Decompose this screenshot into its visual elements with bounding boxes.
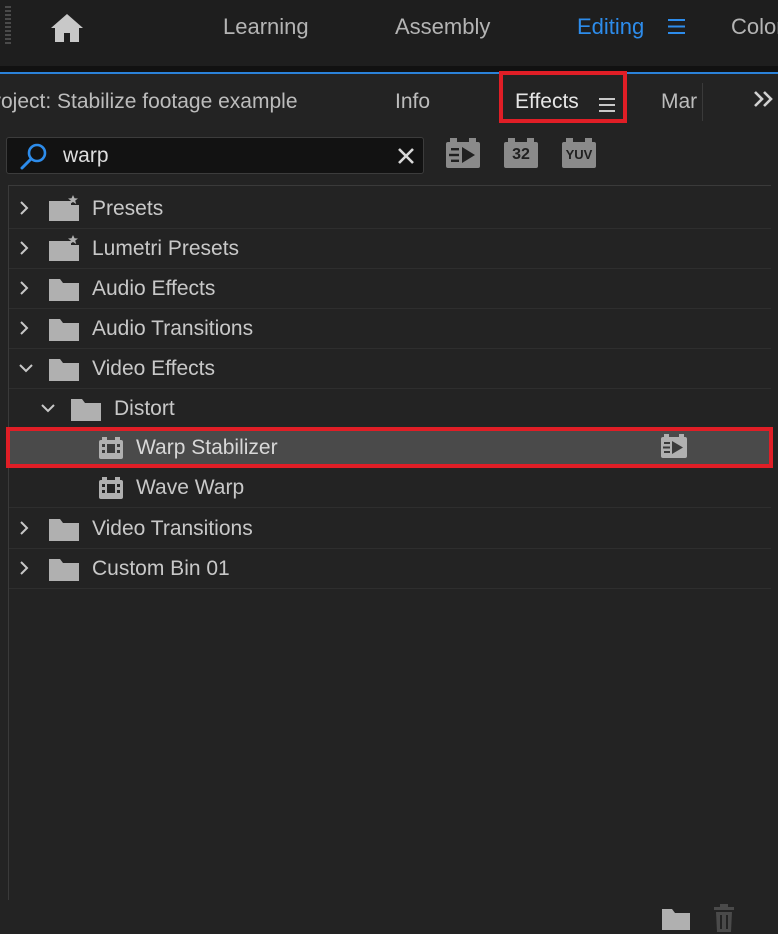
workspace-tab-editing[interactable]: Editing xyxy=(577,14,644,40)
tree-item-wave-warp[interactable]: Wave Warp xyxy=(9,468,771,508)
tab-divider xyxy=(702,83,703,121)
preset-folder-icon xyxy=(49,195,79,221)
search-icon xyxy=(20,143,47,170)
effect-icon xyxy=(99,477,123,499)
tab-info[interactable]: Info xyxy=(395,90,430,114)
tree-item-label: Audio Effects xyxy=(92,277,216,300)
chevron-right-icon[interactable] xyxy=(17,281,31,295)
effects-tree: Presets Lumetri Presets Audio Effects Au… xyxy=(8,185,771,900)
folder-icon xyxy=(49,559,79,581)
32bit-icon: 32 xyxy=(504,138,538,168)
clear-icon[interactable] xyxy=(397,147,415,165)
tree-item-label: Custom Bin 01 xyxy=(92,557,230,580)
chevron-right-icon[interactable] xyxy=(17,561,31,575)
tree-item-video-transitions[interactable]: Video Transitions xyxy=(9,509,771,549)
tree-item-distort[interactable]: Distort xyxy=(9,389,771,429)
chevron-down-icon[interactable] xyxy=(19,361,33,375)
chevron-right-icon[interactable] xyxy=(17,201,31,215)
tree-item-audio-effects[interactable]: Audio Effects xyxy=(9,269,771,309)
preset-folder-icon xyxy=(49,235,79,261)
chevron-right-icon[interactable] xyxy=(17,241,31,255)
chevron-right-icon[interactable] xyxy=(17,321,31,335)
accelerated-effect-icon xyxy=(446,138,480,168)
workspace-tab-learning[interactable]: Learning xyxy=(223,14,309,40)
folder-icon xyxy=(49,319,79,341)
tree-item-audio-transitions[interactable]: Audio Transitions xyxy=(9,309,771,349)
folder-icon xyxy=(49,519,79,541)
tree-item-label: Video Transitions xyxy=(92,517,253,540)
chevron-down-icon[interactable] xyxy=(41,401,55,415)
tree-item-presets[interactable]: Presets xyxy=(9,189,771,229)
chevron-right-icon[interactable] xyxy=(17,521,31,535)
warp-stabilizer-highlight xyxy=(6,427,773,468)
yuv-icon: YUV xyxy=(562,138,596,168)
home-button[interactable] xyxy=(16,0,198,66)
drag-grip[interactable] xyxy=(5,6,11,44)
tree-item-label: Lumetri Presets xyxy=(92,237,240,260)
tree-item-label: Video Effects xyxy=(92,357,215,380)
tree-item-lumetri-presets[interactable]: Lumetri Presets xyxy=(9,229,771,269)
yuv-filter-button[interactable]: YUV xyxy=(562,138,596,168)
workspace-tab-assembly[interactable]: Assembly xyxy=(395,14,490,40)
tree-item-label: Distort xyxy=(114,397,175,420)
effects-tab-highlight xyxy=(499,71,627,123)
workspace-bar: Learning Assembly Editing Color xyxy=(0,0,778,66)
32bit-filter-button[interactable]: 32 xyxy=(504,138,538,168)
new-bin-icon[interactable] xyxy=(662,906,690,930)
trash-icon xyxy=(714,904,734,932)
tree-item-custom-bin[interactable]: Custom Bin 01 xyxy=(9,549,771,589)
folder-icon xyxy=(71,399,101,421)
search-box[interactable] xyxy=(6,137,424,174)
folder-icon xyxy=(49,359,79,381)
accelerated-effects-filter-button[interactable] xyxy=(446,138,480,168)
tab-markers[interactable]: Mar xyxy=(661,90,697,114)
tab-project[interactable]: roject: Stabilize footage example xyxy=(0,90,298,114)
panel-tab-bar: roject: Stabilize footage example Info E… xyxy=(0,72,778,132)
workspace-tab-color[interactable]: Color xyxy=(731,14,778,40)
folder-icon xyxy=(49,279,79,301)
hamburger-icon[interactable] xyxy=(668,19,685,34)
tree-item-label: Wave Warp xyxy=(136,476,245,499)
double-chevron-icon[interactable] xyxy=(752,88,774,110)
tree-item-video-effects[interactable]: Video Effects xyxy=(9,349,771,389)
tree-item-label: Audio Transitions xyxy=(92,317,254,340)
search-input[interactable] xyxy=(63,142,383,170)
home-icon xyxy=(51,14,83,42)
tree-item-label: Presets xyxy=(92,197,164,220)
